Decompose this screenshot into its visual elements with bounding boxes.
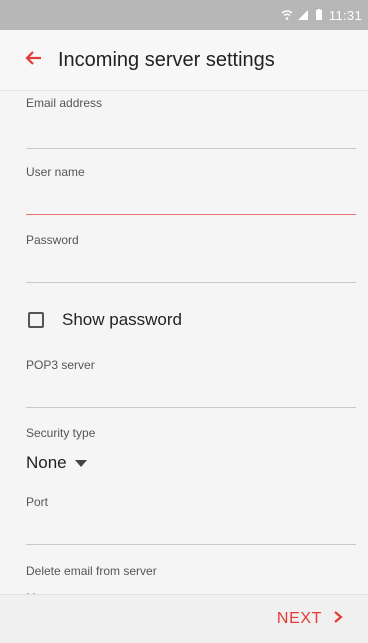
- status-time: 11:31: [328, 7, 362, 23]
- username-input[interactable]: [26, 186, 356, 215]
- username-label: User name: [26, 165, 85, 179]
- delete-email-field: Delete email from server: [26, 564, 356, 578]
- page-title: Incoming server settings: [58, 48, 275, 71]
- checkbox-box[interactable]: [28, 312, 44, 328]
- show-password-checkbox[interactable]: Show password: [28, 310, 182, 330]
- chevron-right-icon: [332, 610, 344, 629]
- next-label: NEXT: [276, 610, 322, 627]
- password-field: Password: [26, 233, 356, 283]
- email-input[interactable]: [26, 120, 356, 149]
- pop3-server-input[interactable]: [26, 379, 356, 408]
- delete-email-label: Delete email from server: [26, 564, 157, 578]
- security-type-field: Security type: [26, 426, 356, 440]
- security-type-label: Security type: [26, 426, 96, 440]
- username-field: User name: [26, 165, 356, 215]
- password-label: Password: [26, 233, 79, 247]
- arrow-left-icon: [24, 48, 44, 73]
- pop3-server-label: POP3 server: [26, 358, 95, 372]
- port-label: Port: [26, 495, 49, 509]
- status-icons: 11:31: [281, 0, 362, 30]
- pop3-server-field: POP3 server: [26, 358, 356, 408]
- port-input[interactable]: [26, 516, 356, 545]
- wifi-icon: [281, 9, 293, 21]
- show-password-label: Show password: [62, 310, 183, 329]
- email-label: Email address: [26, 96, 103, 110]
- settings-form: Email address User name Password Show pa…: [0, 90, 368, 594]
- signal-icon: [297, 9, 309, 21]
- password-input[interactable]: [26, 254, 356, 283]
- security-type-value: None: [26, 453, 67, 472]
- caret-down-icon: [74, 459, 87, 467]
- security-type-dropdown[interactable]: None: [26, 453, 87, 473]
- battery-icon: [313, 9, 325, 21]
- port-field: Port: [26, 495, 356, 545]
- app-bar: Incoming server settings: [0, 30, 368, 91]
- status-bar: 11:31: [0, 0, 368, 30]
- back-button[interactable]: [18, 44, 50, 76]
- bottom-bar: NEXT: [0, 594, 368, 643]
- email-field: Email address: [26, 96, 356, 149]
- next-button[interactable]: NEXT: [277, 595, 344, 643]
